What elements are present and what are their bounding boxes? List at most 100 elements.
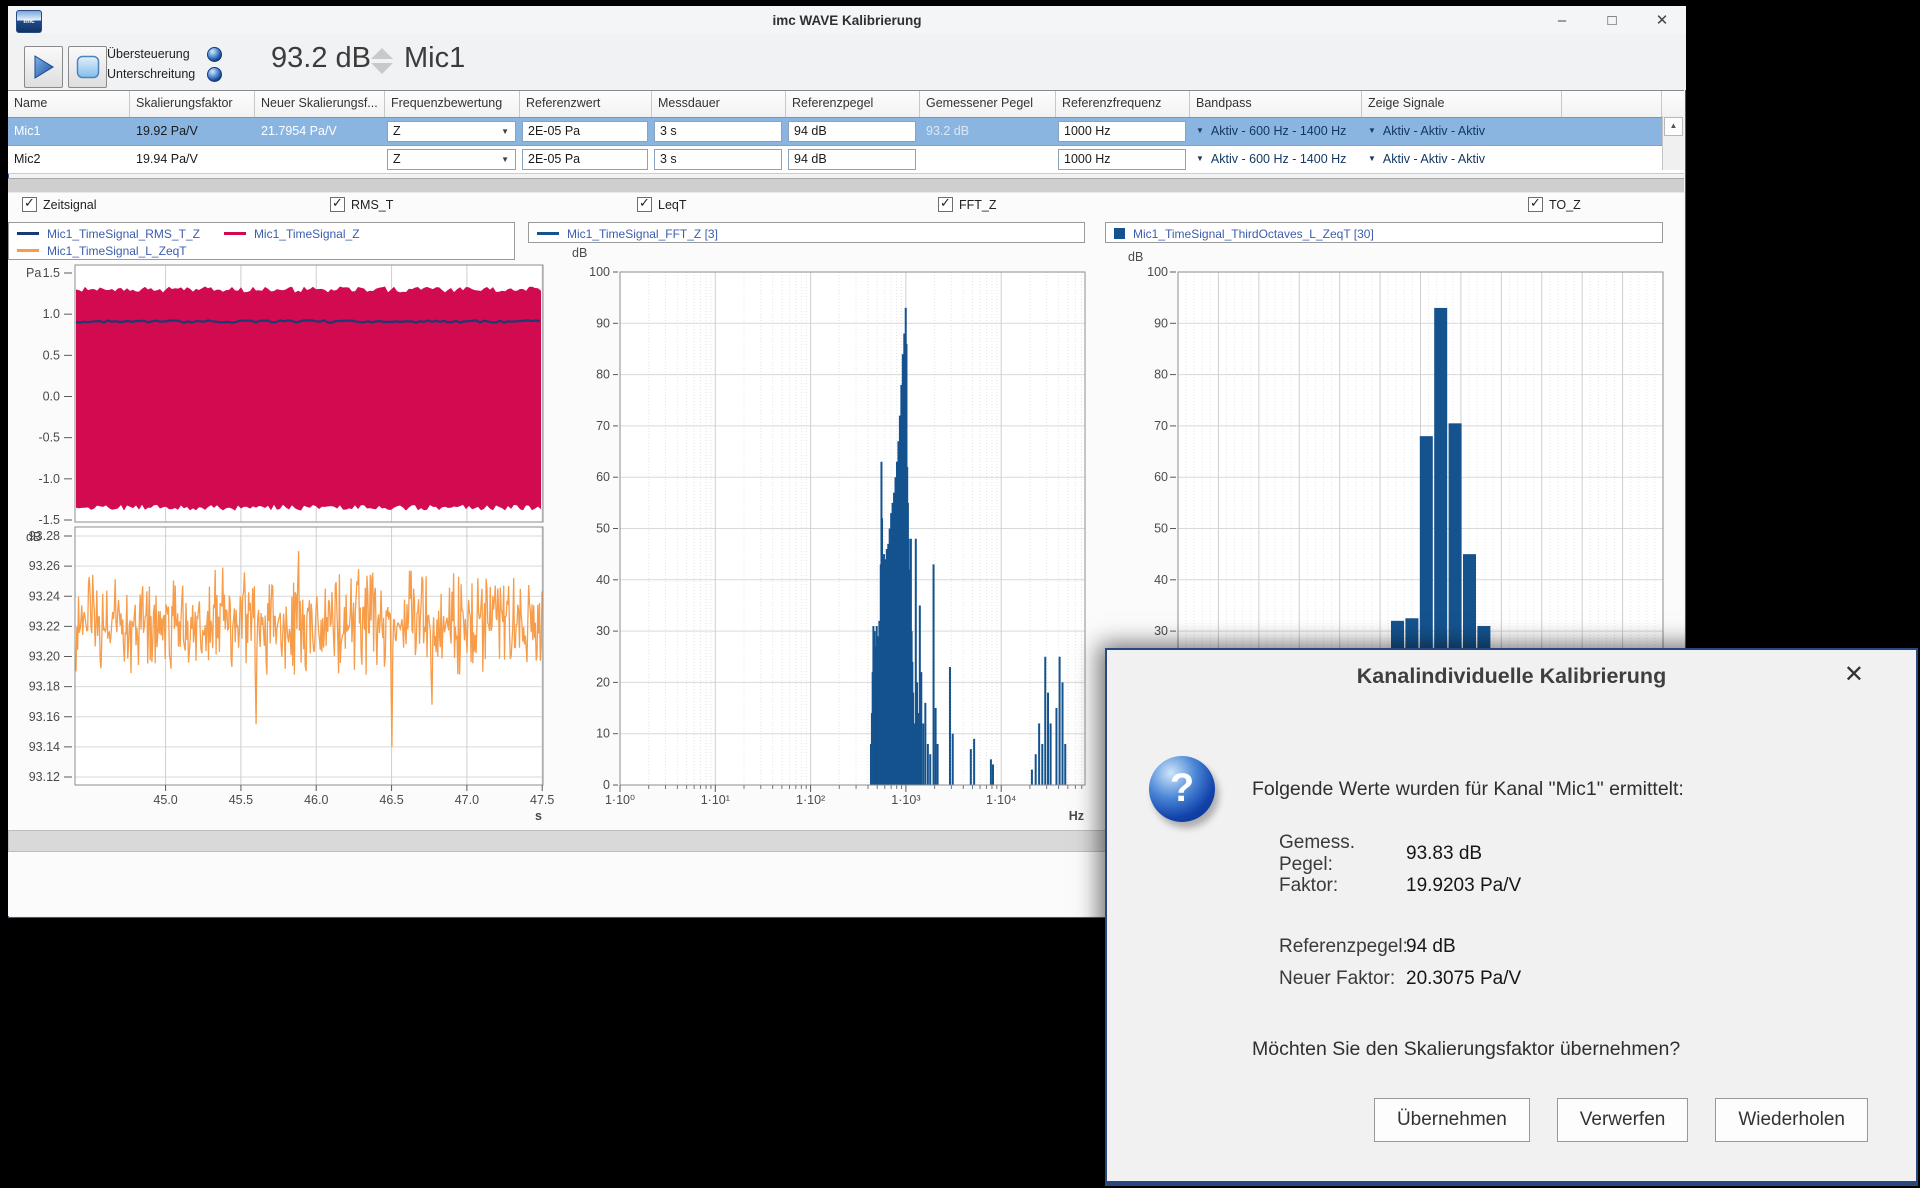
cell-dropdown[interactable]: ▼Aktiv - 600 Hz - 1400 Hz [1190,146,1362,173]
column-header[interactable]: Referenzwert [520,91,652,117]
column-header[interactable]: Bandpass [1190,91,1362,117]
cell-input[interactable]: 3 s [654,121,782,142]
signal-toggle-label: LeqT [658,198,687,212]
screen: imc imc WAVE Kalibrierung – □ ✕ [0,0,1920,1188]
close-button[interactable]: ✕ [1652,8,1672,34]
dialog-question-text: Möchten Sie den Skalierungsfaktor überne… [1252,1038,1680,1061]
legend-label: Mic1_TimeSignal_L_ZeqT [47,244,187,258]
table-cell: 21.7954 Pa/V [255,118,385,145]
cell-dropdown[interactable]: ▼Aktiv - Aktiv - Aktiv [1362,146,1562,173]
dialog-field-row: Gemess. Pegel:93.83 dB [1279,838,1799,870]
signal-toggle: ✓ Zeitsignal [22,197,97,212]
signal-toggle-label: Zeitsignal [43,198,97,212]
toolbar: Übersteuerung Unterschreitung 93.2 dB Mi… [8,34,1686,90]
legend-row: Mic1_TimeSignal_RMS_T_Z Mic1_TimeSignal_Z [17,225,514,242]
legend-line-swatch [17,232,39,235]
signal-toggle-label: TO_Z [1549,198,1581,212]
dialog-intro-text: Folgende Werte wurden für Kanal "Mic1" e… [1252,778,1684,801]
window-controls: – □ ✕ [1552,8,1672,34]
discard-button[interactable]: Verwerfen [1557,1098,1689,1142]
signal-toggle: ✓ TO_Z [1528,197,1581,212]
underrun-led-indicator [207,67,222,82]
table-cell: Z▼ [385,146,520,173]
chevron-down-icon: ▼ [1368,154,1376,163]
table-cell: 93.2 dB [920,118,1056,145]
cell-input[interactable]: 94 dB [788,149,916,170]
table-row[interactable]: Mic119.92 Pa/V21.7954 Pa/VZ▼2E-05 Pa3 s9… [8,118,1684,146]
checkbox[interactable]: ✓ [938,197,953,212]
cell-select[interactable]: Z▼ [387,149,516,170]
chevron-down-icon: ▼ [1196,126,1204,135]
column-header[interactable]: Gemessener Pegel [920,91,1056,117]
dialog-field-row: Faktor:19.9203 Pa/V [1279,870,1799,902]
column-header[interactable]: Name [8,91,130,117]
spinner-up-icon[interactable] [371,48,393,59]
table-vertical-scrollbar[interactable]: ▲ [1662,116,1684,170]
legend-item: Mic1_TimeSignal_FFT_Z [3] [537,227,718,241]
column-header[interactable] [1562,91,1662,117]
cell-input[interactable]: 1000 Hz [1058,121,1186,142]
column-header[interactable]: Referenzfrequenz [1056,91,1190,117]
question-icon: ? [1149,756,1215,822]
dialog-title: Kanalindividuelle Kalibrierung [1107,664,1916,689]
stop-button[interactable] [68,46,107,88]
accept-button[interactable]: Übernehmen [1374,1098,1530,1142]
repeat-button[interactable]: Wiederholen [1715,1098,1868,1142]
stop-icon [76,55,100,79]
column-header[interactable]: Zeige Signale [1362,91,1562,117]
table-cell: 19.92 Pa/V [130,118,255,145]
legend-line-swatch [224,232,246,235]
table-cell: 1000 Hz [1056,146,1190,173]
channel-table: NameSkalierungsfaktorNeuer Skalierungsf.… [8,90,1684,174]
legend-row: Mic1_TimeSignal_FFT_Z [3] [537,225,1084,242]
cell-dropdown[interactable]: ▼Aktiv - 600 Hz - 1400 Hz [1190,118,1362,145]
legend-item: Mic1_TimeSignal_RMS_T_Z [17,227,200,241]
signal-toggle: ✓ LeqT [637,197,687,212]
dialog-button-row: Übernehmen Verwerfen Wiederholen [1127,1098,1868,1142]
play-icon [32,54,56,80]
dialog-field-label: Referenzpegel: [1279,936,1404,958]
chevron-down-icon: ▼ [501,150,509,169]
legend-box: Mic1_TimeSignal_ThirdOctaves_L_ZeqT [30] [1105,222,1663,243]
column-header[interactable]: Skalierungsfaktor [130,91,255,117]
signal-toggle: ✓FFT_Z [938,197,997,212]
checkbox[interactable]: ✓ [330,197,345,212]
legend-item: Mic1_TimeSignal_L_ZeqT [17,244,187,258]
cell-input[interactable]: 94 dB [788,121,916,142]
cell-select[interactable]: Z▼ [387,121,516,142]
check-icon: ✓ [639,195,650,211]
column-header[interactable]: Messdauer [652,91,786,117]
chevron-down-icon: ▼ [501,122,509,141]
spinner-down-icon[interactable] [371,63,393,74]
scroll-up-icon[interactable]: ▲ [1664,117,1683,136]
legend-item: Mic1_TimeSignal_ThirdOctaves_L_ZeqT [30] [1114,227,1374,241]
table-horizontal-scrollbar[interactable] [8,178,1684,193]
maximize-button[interactable]: □ [1602,8,1622,34]
start-button[interactable] [24,46,63,88]
legend-label: Mic1_TimeSignal_RMS_T_Z [47,227,200,241]
legend-square-swatch [1114,228,1125,239]
table-row[interactable]: Mic219.94 Pa/VZ▼2E-05 Pa3 s94 dB1000 Hz▼… [8,146,1684,174]
check-icon: ✓ [940,195,951,211]
minimize-button[interactable]: – [1552,8,1572,34]
cell-input[interactable]: 2E-05 Pa [522,149,648,170]
table-cell: 19.94 Pa/V [130,146,255,173]
cell-input[interactable]: 3 s [654,149,782,170]
cell-input[interactable]: 1000 Hz [1058,149,1186,170]
cell-dropdown[interactable]: ▼Aktiv - Aktiv - Aktiv [1362,118,1562,145]
dialog-field-row: Referenzpegel:94 dB [1279,931,1799,963]
table-cell: 3 s [652,118,786,145]
checkbox[interactable]: ✓ [1528,197,1543,212]
measured-level-display: 93.2 dB [271,42,371,75]
checkbox[interactable]: ✓ [637,197,652,212]
column-header[interactable]: Neuer Skalierungsf... [255,91,385,117]
calibration-dialog: Kanalindividuelle Kalibrierung ✕ ? Folge… [1105,648,1918,1186]
legend-item: Mic1_TimeSignal_Z [224,227,360,241]
column-header[interactable]: Referenzpegel [786,91,920,117]
column-header[interactable]: Frequenzbewertung [385,91,520,117]
dialog-close-icon[interactable]: ✕ [1844,662,1864,688]
cell-input[interactable]: 2E-05 Pa [522,121,648,142]
table-cell: Z▼ [385,118,520,145]
table-cell: 3 s [652,146,786,173]
checkbox[interactable]: ✓ [22,197,37,212]
